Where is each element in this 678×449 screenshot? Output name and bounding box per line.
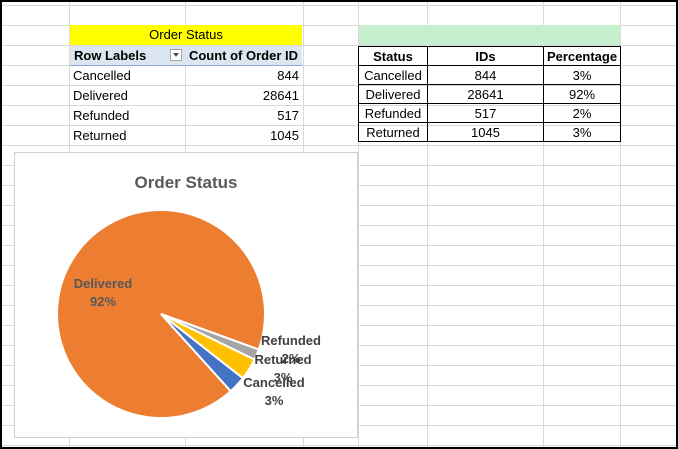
summary-header-ids[interactable]: IDs — [427, 46, 544, 66]
summary-cell-status[interactable]: Cancelled — [358, 65, 428, 85]
pie-label-returned-name: Returned — [254, 352, 311, 367]
summary-cell-status[interactable]: Delivered — [358, 84, 428, 104]
table-row: Cancelled 844 3% — [358, 65, 621, 85]
pivot-row-count[interactable]: 517 — [185, 106, 303, 126]
summary-cell-ids[interactable]: 844 — [427, 65, 544, 85]
summary-cell-percentage[interactable]: 92% — [543, 84, 621, 104]
pivot-header-row-labels-text: Row Labels — [74, 48, 147, 63]
pivot-title: Order Status — [70, 25, 302, 45]
summary-cell-ids[interactable]: 28641 — [427, 84, 544, 104]
summary-cell-percentage[interactable]: 3% — [543, 122, 621, 142]
filter-dropdown-icon[interactable] — [170, 49, 182, 61]
summary-cell-status[interactable]: Returned — [358, 122, 428, 142]
pivot-row-label[interactable]: Returned — [69, 126, 185, 146]
pivot-row-count[interactable]: 1045 — [185, 126, 303, 146]
summary-cell-percentage[interactable]: 2% — [543, 103, 621, 123]
pivot-header-row-labels[interactable]: Row Labels — [70, 46, 185, 66]
pivot-row-label[interactable]: Cancelled — [69, 66, 185, 86]
summary-table: Status IDs Percentage Cancelled 844 3% D… — [358, 46, 621, 142]
pivot-header-count: Count of Order ID — [185, 46, 302, 66]
pie-label-cancelled-name: Cancelled — [243, 375, 304, 390]
pivot-row-label[interactable]: Delivered — [69, 86, 185, 106]
pivot-row-count[interactable]: 28641 — [185, 86, 303, 106]
pivot-row-label[interactable]: Refunded — [69, 106, 185, 126]
pie-chart[interactable]: Order Status Delivered 92% Refunded 2% Retur… — [14, 152, 358, 438]
summary-cell-ids[interactable]: 517 — [427, 103, 544, 123]
summary-header-percentage[interactable]: Percentage — [543, 46, 621, 66]
table-row: Refunded 517 2% — [358, 103, 621, 123]
summary-cell-percentage[interactable]: 3% — [543, 65, 621, 85]
pie-label-refunded-name: Refunded — [261, 333, 321, 348]
summary-cell-ids[interactable]: 1045 — [427, 122, 544, 142]
pie-chart-svg: Delivered92%Refunded2%Returned3%Cancelle… — [56, 209, 321, 419]
summary-header-band — [359, 25, 620, 45]
grid-line — [2, 5, 676, 6]
table-row: Delivered 28641 92% — [358, 84, 621, 104]
summary-cell-status[interactable]: Refunded — [358, 103, 428, 123]
grid-line — [2, 445, 676, 446]
spreadsheet-sheet: Order Status Row Labels Count of Order I… — [0, 0, 678, 449]
pie-label-delivered-percent: 92% — [90, 294, 116, 309]
pie-label-cancelled-percent: 3% — [265, 393, 284, 408]
table-row: Returned 1045 3% — [358, 122, 621, 142]
pie-label-delivered-name: Delivered — [74, 276, 133, 291]
summary-header-status[interactable]: Status — [358, 46, 428, 66]
pivot-row-count[interactable]: 844 — [185, 66, 303, 86]
